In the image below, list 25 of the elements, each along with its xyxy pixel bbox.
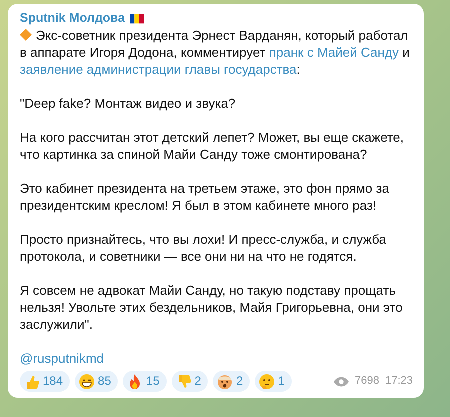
diamond-icon [20,29,32,41]
channel-name[interactable]: Sputnik Молдова [20,10,126,27]
link[interactable]: пранк с Майей Санду [269,45,400,60]
reaction-button[interactable]: 85 [75,371,118,392]
eye-icon [334,376,349,386]
grinning-face-icon [79,374,96,390]
thinking-face-icon [259,374,276,390]
link[interactable]: заявление администрации главы государства [20,62,297,77]
reaction-button[interactable]: 1 [255,371,292,392]
view-count: 7698 [354,374,380,389]
paragraph: Это кабинет президента на третьем этаже, это фон прямо за президентским креслом! Я был в этом кабинете много раз! [20,180,390,214]
channel-link[interactable]: @rusputnikmd [20,350,104,367]
reaction-button[interactable]: 184 [20,371,70,392]
shocked-face-icon [217,374,234,390]
paragraph: Просто признайтесь, что вы лохи! И пресс-служба, и служба протокола, и советники — все они ни на что не годятся. [20,231,388,265]
reaction-button[interactable]: 2 [172,371,208,392]
paragraph: Я совсем не адвокат Майи Санду, но такую подставу прощать нельзя! Увольте этих бездельников, Майя Григорьевна, они это заслужили". [20,282,404,333]
paragraph: "Deep fake? Монтаж видео и звука? [20,95,237,112]
flag-icon [130,14,144,24]
reaction-button[interactable]: 15 [123,371,167,392]
reaction-button[interactable]: 2 [213,371,250,392]
message-text: Экс-советник президента Эрнест Варданян, который работал в аппарате Игоря Додона, комментирует пранк с Майей Санду и заявление администрации главы государства: [20,27,411,78]
thumbs-up-icon [24,374,40,390]
paragraph: На кого рассчитан этот детский лепет? Может, вы еще скажете, что картинка за спиной Майи Санду тоже смонтирована? [20,129,406,163]
message-time: 17:23 [385,374,413,389]
